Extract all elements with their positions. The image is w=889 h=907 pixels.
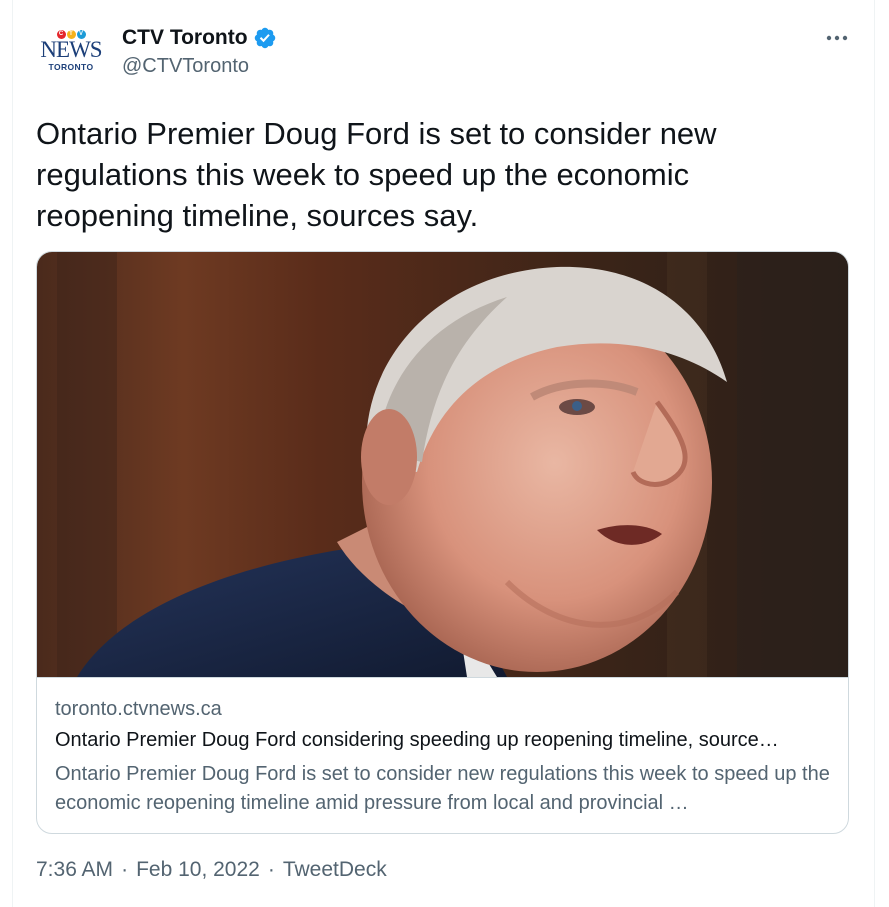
link-card[interactable]: toronto.ctvnews.ca Ontario Premier Doug … (36, 251, 849, 834)
tweet-time[interactable]: 7:36 AM (36, 858, 113, 882)
avatar-city: TORONTO (48, 62, 94, 72)
tweet-text: Ontario Premier Doug Ford is set to cons… (36, 116, 717, 233)
card-description: Ontario Premier Doug Ford is set to cons… (55, 763, 830, 814)
author-handle[interactable]: @CTVToronto (122, 55, 277, 78)
card-image[interactable] (37, 252, 848, 677)
avatar-wordmark: NEWS (40, 37, 102, 62)
more-horizontal-icon (826, 29, 848, 47)
tweet-source[interactable]: TweetDeck (283, 858, 387, 882)
verified-badge-icon (253, 26, 277, 50)
author-names: CTV Toronto @CTVToronto (122, 26, 277, 78)
tweet: C T V NEWS TORONTO CTV Toronto @CTVToron… (0, 0, 889, 907)
meta-separator: · (267, 858, 275, 881)
card-divider (37, 677, 848, 678)
right-border (874, 0, 875, 907)
tweet-date[interactable]: Feb 10, 2022 (136, 858, 260, 882)
display-name[interactable]: CTV Toronto (122, 26, 248, 50)
left-border (12, 0, 13, 907)
card-title: Ontario Premier Doug Ford considering sp… (55, 729, 779, 751)
tweet-meta: 7:36 AM · Feb 10, 2022 · TweetDeck (36, 858, 387, 882)
more-options-button[interactable] (819, 24, 855, 52)
tweet-header: C T V NEWS TORONTO CTV Toronto @CTVToron… (34, 22, 855, 88)
display-name-row: CTV Toronto (122, 26, 277, 50)
avatar[interactable]: C T V NEWS TORONTO (34, 28, 108, 84)
card-domain: toronto.ctvnews.ca (55, 698, 222, 720)
photo-of-man-speaking-icon (37, 252, 848, 677)
meta-separator: · (121, 858, 129, 881)
